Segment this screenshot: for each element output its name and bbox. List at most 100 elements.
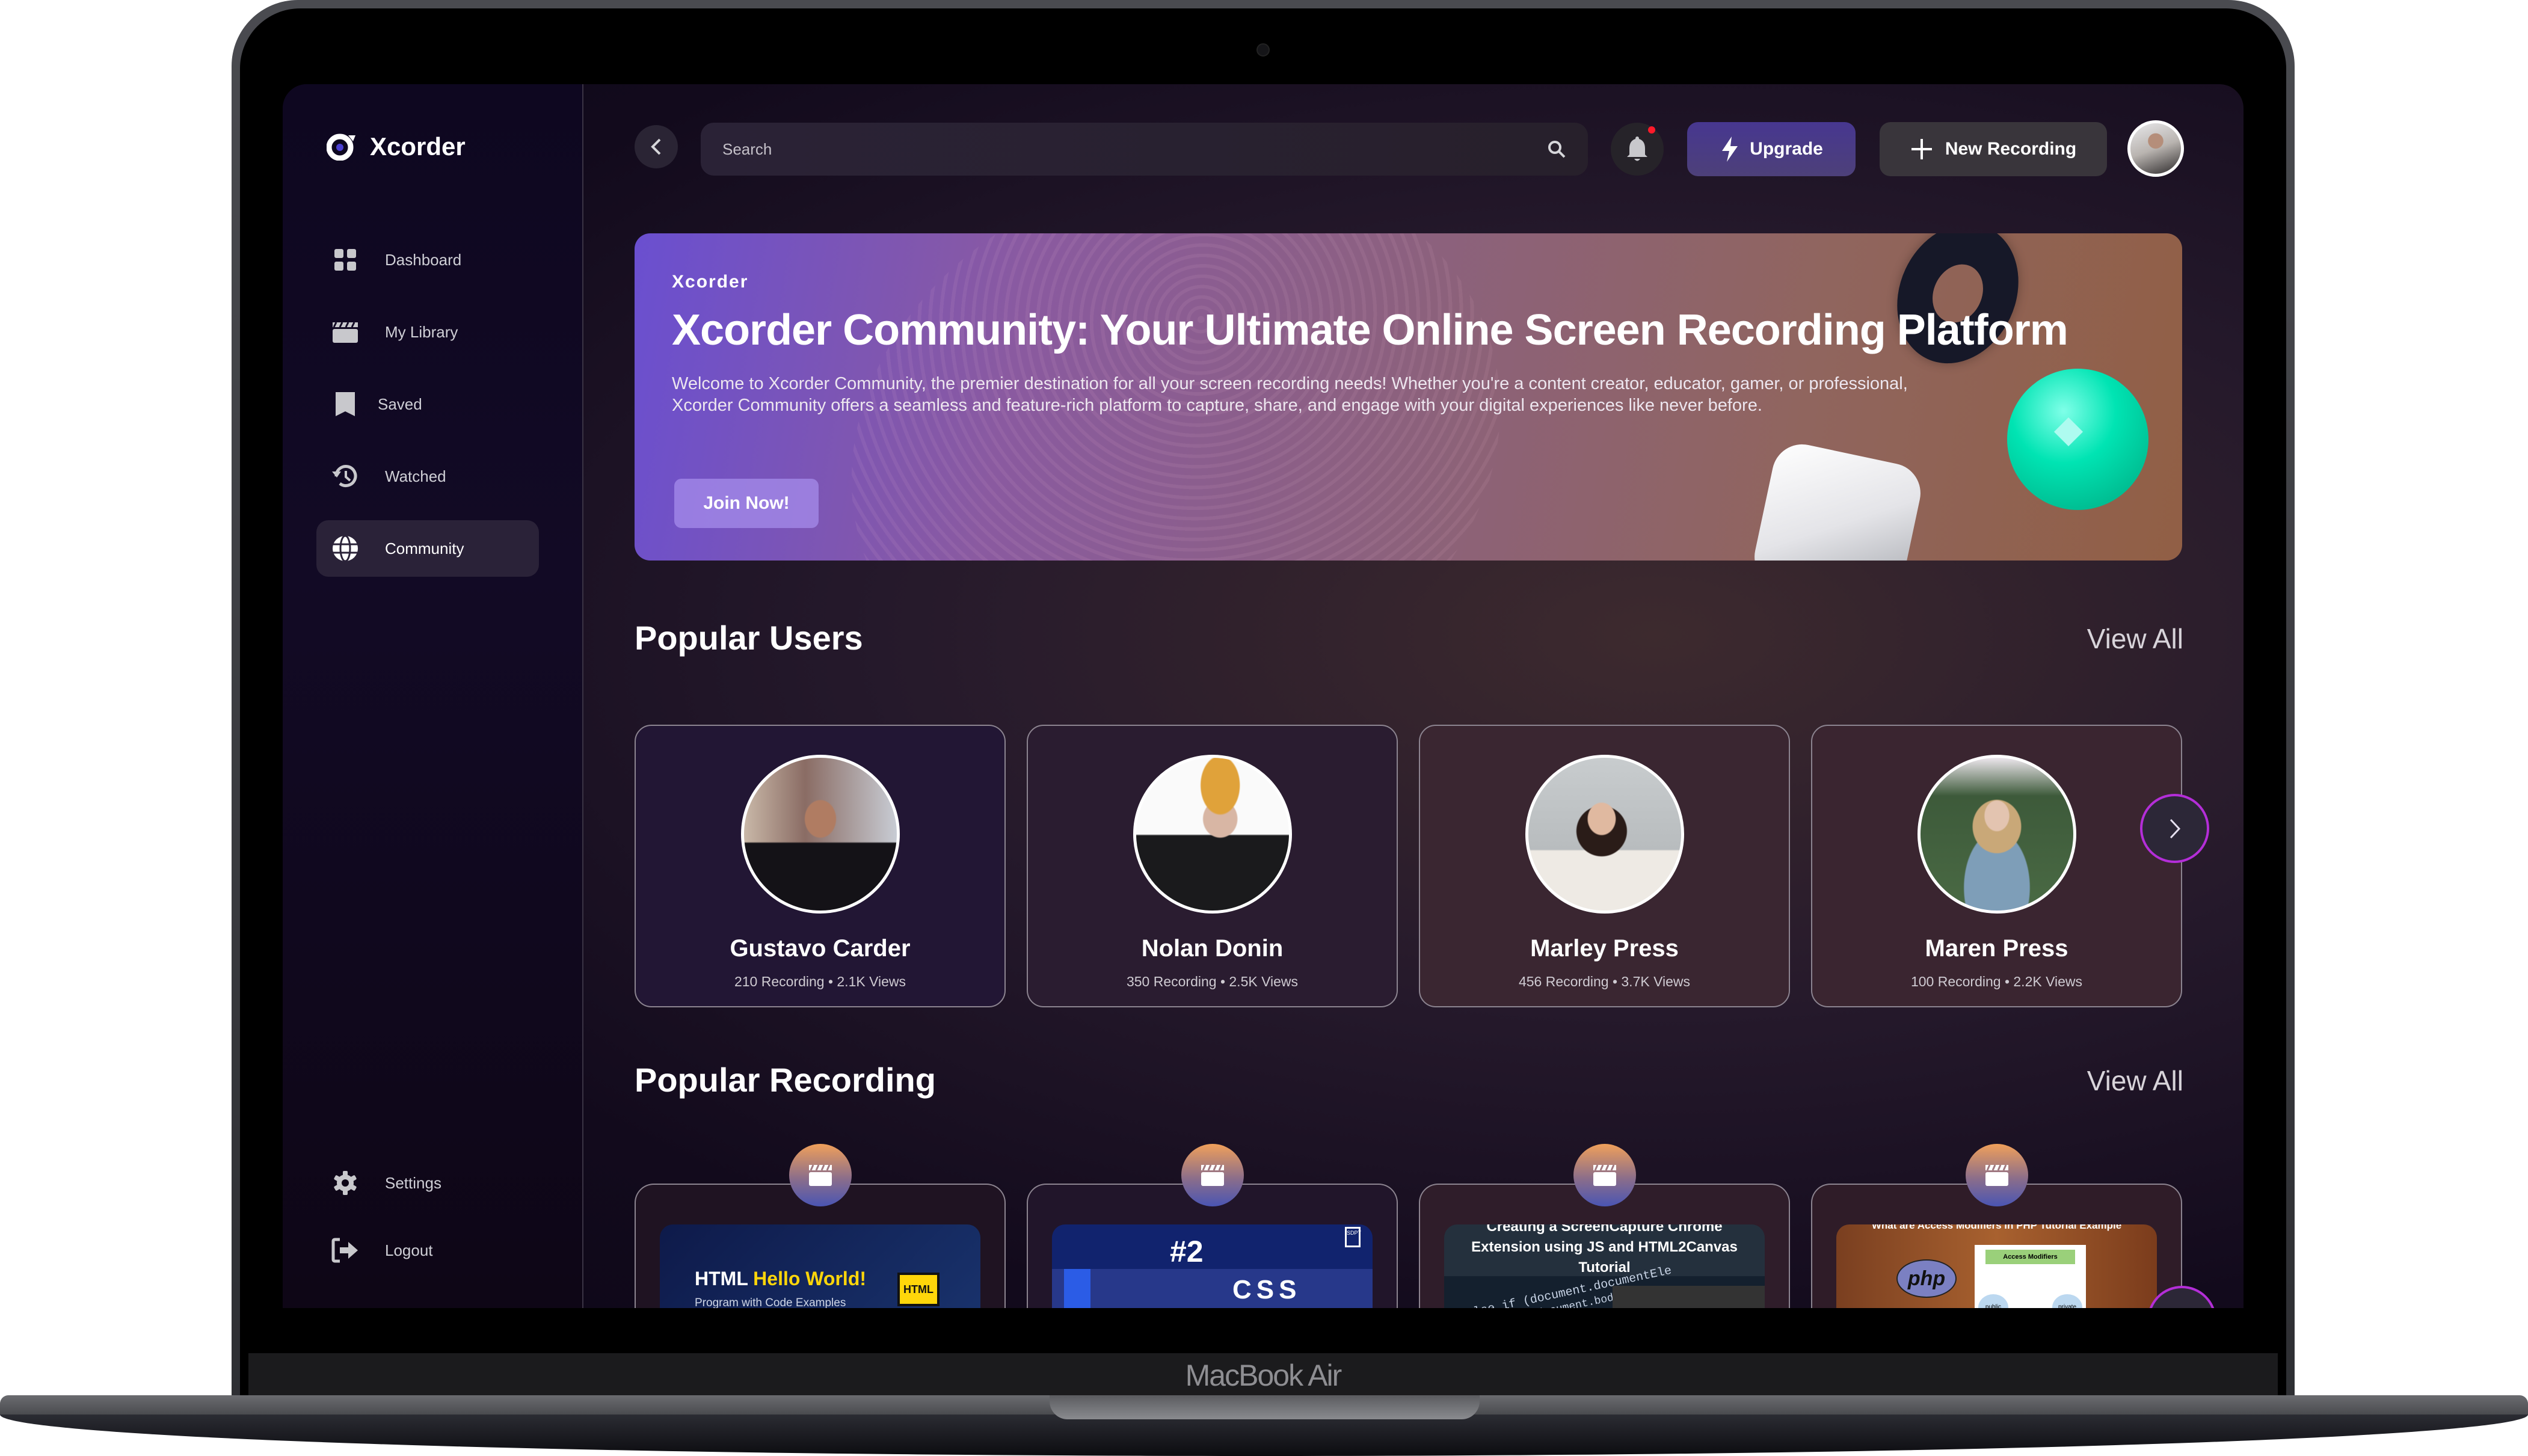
bookmark-icon <box>331 390 360 419</box>
clapperboard-icon <box>808 1164 832 1186</box>
logout-icon <box>331 1236 360 1265</box>
html-badge: HTML <box>897 1273 940 1306</box>
sidebar: Xcorder Dashboard My Library Saved Watch… <box>283 84 583 1308</box>
sidebar-item-label: Settings <box>385 1173 441 1192</box>
clapperboard-icon <box>331 318 360 346</box>
grid-icon <box>331 245 360 274</box>
logo-icon <box>326 133 357 161</box>
banner-description: Welcome to Xcorder Community, the premie… <box>672 374 1908 415</box>
sidebar-bottom-nav: Settings Logout <box>316 1155 539 1289</box>
sidebar-item-dashboard[interactable]: Dashboard <box>316 232 539 288</box>
user-card[interactable]: Nolan Donin 350 Recording • 2.5K Views <box>1027 725 1398 1007</box>
thumb-number: #2 <box>1170 1235 1204 1268</box>
popular-users-title: Popular Users <box>635 619 863 657</box>
decorative-sphere <box>2007 369 2148 510</box>
thumb-line-2: Extension using JS and HTML2Canvas <box>1471 1239 1738 1255</box>
chevron-left-icon <box>651 138 661 155</box>
popular-recording-view-all[interactable]: View All <box>2087 1064 2183 1097</box>
banner-eyebrow: Xcorder <box>672 272 749 292</box>
laptop-chin: MacBook Air <box>248 1353 2278 1401</box>
popular-recording-title: Popular Recording <box>635 1061 936 1099</box>
laptop-base <box>0 1395 2528 1456</box>
thumb-topic: CSS <box>1232 1275 1302 1304</box>
profile-avatar[interactable] <box>2127 120 2184 177</box>
recording-card[interactable]: #2 CSS SDPT <box>1027 1144 1398 1308</box>
sidebar-item-label: Logout <box>385 1241 433 1259</box>
user-name: Nolan Donin <box>1141 935 1284 962</box>
recording-thumbnail: HTML Hello World! Program with Code Exam… <box>660 1224 980 1308</box>
user-card[interactable]: Marley Press 456 Recording • 3.7K Views <box>1419 725 1790 1007</box>
user-name: Gustavo Carder <box>730 935 911 962</box>
recording-badge <box>1965 1144 2028 1206</box>
app-logo[interactable]: Xcorder <box>326 132 466 161</box>
sidebar-item-label: Watched <box>385 467 446 485</box>
recording-card[interactable]: Creating a ScreenCapture Chrome Extensio… <box>1419 1144 1790 1308</box>
community-banner: Xcorder Xcorder Community: Your Ultimate… <box>635 233 2182 561</box>
chevron-right-icon <box>2170 819 2180 838</box>
sidebar-item-settings[interactable]: Settings <box>316 1155 539 1211</box>
banner-title: Xcorder Community: Your Ultimate Online … <box>672 306 2068 354</box>
gear-icon <box>331 1169 360 1197</box>
php-logo: php <box>1896 1259 1957 1298</box>
user-card[interactable]: Gustavo Carder 210 Recording • 2.1K View… <box>635 725 1006 1007</box>
sidebar-item-my-library[interactable]: My Library <box>316 304 539 360</box>
clapperboard-icon <box>1985 1164 2008 1186</box>
upgrade-button[interactable]: Upgrade <box>1687 122 1856 176</box>
avatar <box>1525 755 1684 914</box>
camera-icon <box>1256 43 1270 57</box>
search-icon[interactable] <box>1547 140 1566 159</box>
sidebar-item-label: Dashboard <box>385 250 462 269</box>
recording-card[interactable]: HTML Hello World! Program with Code Exam… <box>635 1144 1006 1308</box>
search-bar <box>701 123 1588 176</box>
sidebar-item-logout[interactable]: Logout <box>316 1222 539 1279</box>
new-recording-label: New Recording <box>1945 139 2077 159</box>
thumb-subtitle: Program with Code Examples <box>695 1297 846 1308</box>
sidebar-item-saved[interactable]: Saved <box>316 376 539 432</box>
user-stats: 350 Recording • 2.5K Views <box>1126 974 1299 989</box>
laptop-notch <box>1050 1395 1480 1419</box>
recording-thumbnail: Creating a ScreenCapture Chrome Extensio… <box>1444 1224 1765 1308</box>
sidebar-item-label: Saved <box>378 395 422 413</box>
diagram-title: Access Modifiers <box>1985 1250 2075 1264</box>
user-name: Maren Press <box>1925 935 2068 962</box>
decorative-cube <box>1748 438 1927 561</box>
avatar <box>740 755 900 914</box>
user-card[interactable]: Maren Press 100 Recording • 2.2K Views <box>1811 725 2182 1007</box>
sidebar-item-label: Community <box>385 539 464 558</box>
globe-icon <box>331 534 360 563</box>
thumb-title: What are Access Modifiers in PHP Tutoria… <box>1871 1224 2122 1231</box>
new-recording-button[interactable]: New Recording <box>1880 122 2107 176</box>
recording-badge <box>1181 1144 1244 1206</box>
sidebar-item-community[interactable]: Community <box>316 520 539 577</box>
notifications-button[interactable] <box>1611 123 1664 176</box>
recording-badge <box>789 1144 852 1206</box>
recording-thumbnail: What are Access Modifiers in PHP Tutoria… <box>1836 1224 2157 1308</box>
upgrade-label: Upgrade <box>1750 139 1823 159</box>
recording-card[interactable]: What are Access Modifiers in PHP Tutoria… <box>1811 1144 2182 1308</box>
user-stats: 100 Recording • 2.2K Views <box>1910 974 2083 989</box>
avatar <box>1917 755 2076 914</box>
app-screen: Xcorder Dashboard My Library Saved Watch… <box>283 84 2244 1308</box>
user-stats: 456 Recording • 3.7K Views <box>1518 974 1691 989</box>
plus-icon <box>1911 139 1932 159</box>
app-name: Xcorder <box>370 132 466 161</box>
users-next-button[interactable] <box>2140 794 2209 863</box>
device-label: MacBook Air <box>1185 1359 1342 1392</box>
clapperboard-icon <box>1201 1164 1224 1186</box>
user-stats: 210 Recording • 2.1K Views <box>734 974 906 989</box>
thumb-line-1: Creating a ScreenCapture Chrome <box>1486 1224 1723 1235</box>
notification-badge <box>1648 126 1655 134</box>
diagram-node: private <box>2052 1294 2082 1308</box>
history-icon <box>331 462 360 491</box>
back-button[interactable] <box>635 125 678 168</box>
bell-icon <box>1627 137 1647 161</box>
sidebar-item-label: My Library <box>385 322 458 341</box>
clapperboard-icon <box>1593 1164 1616 1186</box>
popular-users-view-all[interactable]: View All <box>2087 622 2183 655</box>
search-input[interactable] <box>722 140 1547 159</box>
css3-logo <box>1064 1269 1090 1308</box>
sidebar-nav: Dashboard My Library Saved Watched Commu… <box>316 232 539 592</box>
sidebar-item-watched[interactable]: Watched <box>316 448 539 505</box>
user-name: Marley Press <box>1530 935 1679 962</box>
join-now-button[interactable]: Join Now! <box>674 479 819 528</box>
